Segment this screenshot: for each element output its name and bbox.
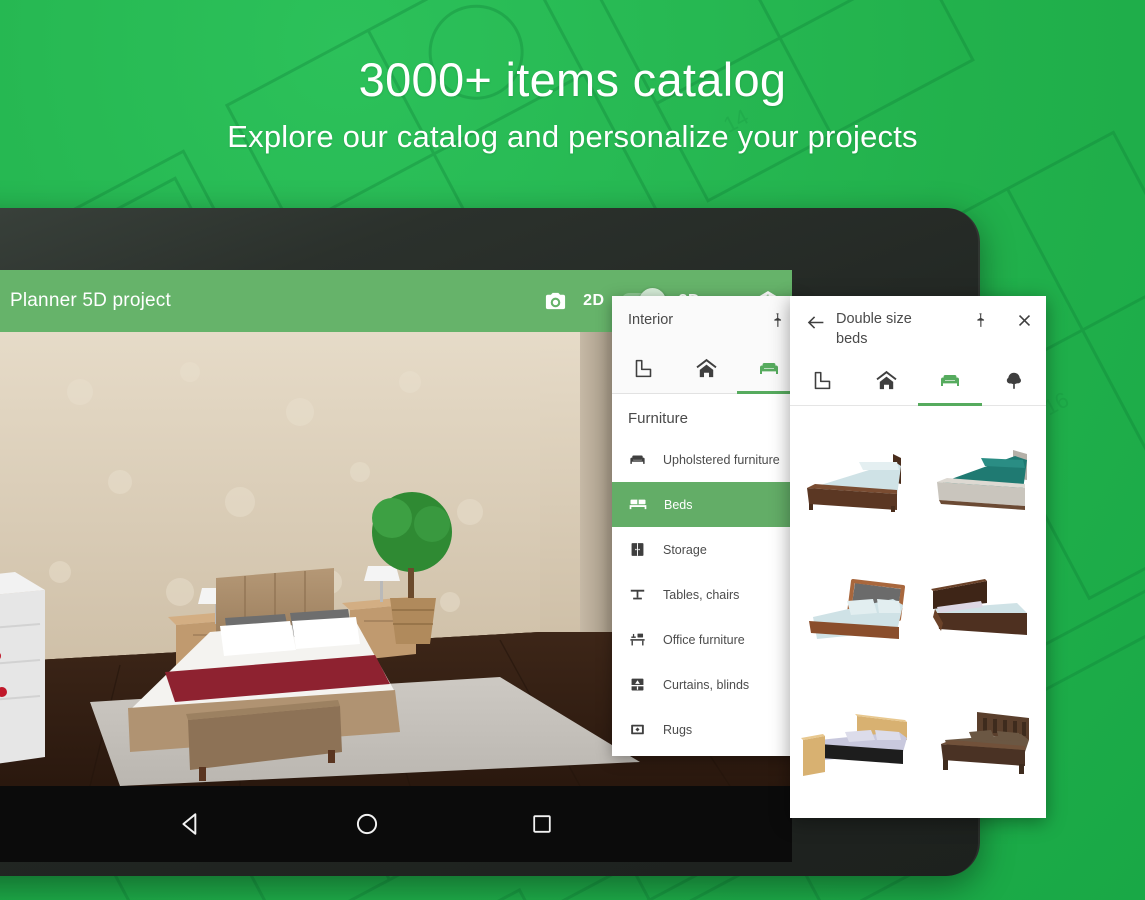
catalog-panel: Double size beds <box>790 296 1046 818</box>
pin-icon[interactable] <box>769 312 786 329</box>
tab-structure[interactable] <box>854 356 918 405</box>
catalog-panel-header: Double size beds <box>790 296 1046 356</box>
catalog-back-button[interactable] <box>800 310 830 333</box>
square-recents-icon[interactable] <box>530 812 554 836</box>
promo-text-block: 3000+ items catalog Explore our catalog … <box>0 0 1145 195</box>
circle-home-icon[interactable] <box>354 811 380 837</box>
category-label: Storage <box>663 542 707 557</box>
interior-panel-tabs <box>612 344 800 394</box>
furniture-section-title: Furniture <box>628 410 689 427</box>
desk-icon <box>630 633 645 646</box>
bed-thumb-grey-upholstered-teal <box>937 449 1027 510</box>
arrow-left-icon <box>807 316 823 329</box>
project-title: Planner 5D project <box>10 290 171 311</box>
interior-panel-header: Interior <box>612 296 800 344</box>
category-curtains-blinds[interactable]: Curtains, blinds <box>612 662 800 707</box>
page-title: 3000+ items catalog <box>358 53 787 106</box>
tab-room-shape[interactable] <box>612 344 675 393</box>
catalog-item[interactable] <box>918 679 1042 812</box>
triangle-back-icon[interactable] <box>178 811 204 837</box>
sofa-icon <box>630 455 645 464</box>
catalog-item[interactable] <box>794 679 918 812</box>
camera-icon[interactable] <box>544 290 567 313</box>
tree-icon <box>1006 372 1021 389</box>
dresser <box>0 572 45 764</box>
tab-structure[interactable] <box>675 344 738 393</box>
catalog-item[interactable] <box>794 545 918 678</box>
category-upholstered-furniture[interactable]: Upholstered furniture <box>612 437 800 482</box>
category-label: Office furniture <box>663 632 745 647</box>
interior-panel-title: Interior <box>628 312 674 328</box>
catalog-items-grid <box>790 406 1046 818</box>
interior-panel: Interior Furniture Upholstered furniture… <box>612 296 800 756</box>
category-label: Tables, chairs <box>663 587 740 602</box>
label-2d[interactable]: 2D <box>583 292 604 310</box>
bed-icon <box>629 499 647 509</box>
category-label: Upholstered furniture <box>663 452 780 467</box>
category-beds[interactable]: Beds <box>612 482 800 527</box>
catalog-item[interactable] <box>918 545 1042 678</box>
android-navigation-bar <box>0 786 792 862</box>
category-office-furniture[interactable]: Office furniture <box>612 617 800 662</box>
close-button[interactable] <box>1015 310 1034 330</box>
tab-room-shape[interactable] <box>790 356 854 405</box>
bed-thumb-dark-wood-light-blue <box>807 453 901 512</box>
category-storage[interactable]: Storage <box>612 527 800 572</box>
catalog-title: Double size beds <box>836 311 912 347</box>
bed-thumb-slatted-dark-brown <box>941 712 1029 775</box>
category-label: Beds <box>664 497 693 512</box>
active-tab-underline <box>918 403 982 406</box>
category-tables-chairs[interactable]: Tables, chairs <box>612 572 800 617</box>
close-icon <box>1018 314 1031 327</box>
pin-icon[interactable] <box>972 310 989 329</box>
page-subtitle: Explore our catalog and personalize your… <box>227 119 918 154</box>
curtains-icon <box>630 678 645 691</box>
wardrobe-icon <box>631 543 644 556</box>
category-rugs[interactable]: Rugs <box>612 707 800 752</box>
tab-furniture[interactable] <box>918 356 982 405</box>
rug-icon <box>631 724 644 735</box>
table-icon <box>630 589 645 600</box>
category-label: Rugs <box>663 722 693 737</box>
category-label: Curtains, blinds <box>663 677 750 692</box>
tab-outdoor[interactable] <box>982 356 1046 405</box>
catalog-panel-tabs <box>790 356 1046 406</box>
catalog-item[interactable] <box>794 412 918 545</box>
bed-thumb-pine-lavender <box>801 714 907 777</box>
bed-thumb-dark-wood-headboard <box>931 578 1027 635</box>
bed-thumb-wood-frame-light-blue <box>809 578 905 639</box>
catalog-item[interactable] <box>918 412 1042 545</box>
